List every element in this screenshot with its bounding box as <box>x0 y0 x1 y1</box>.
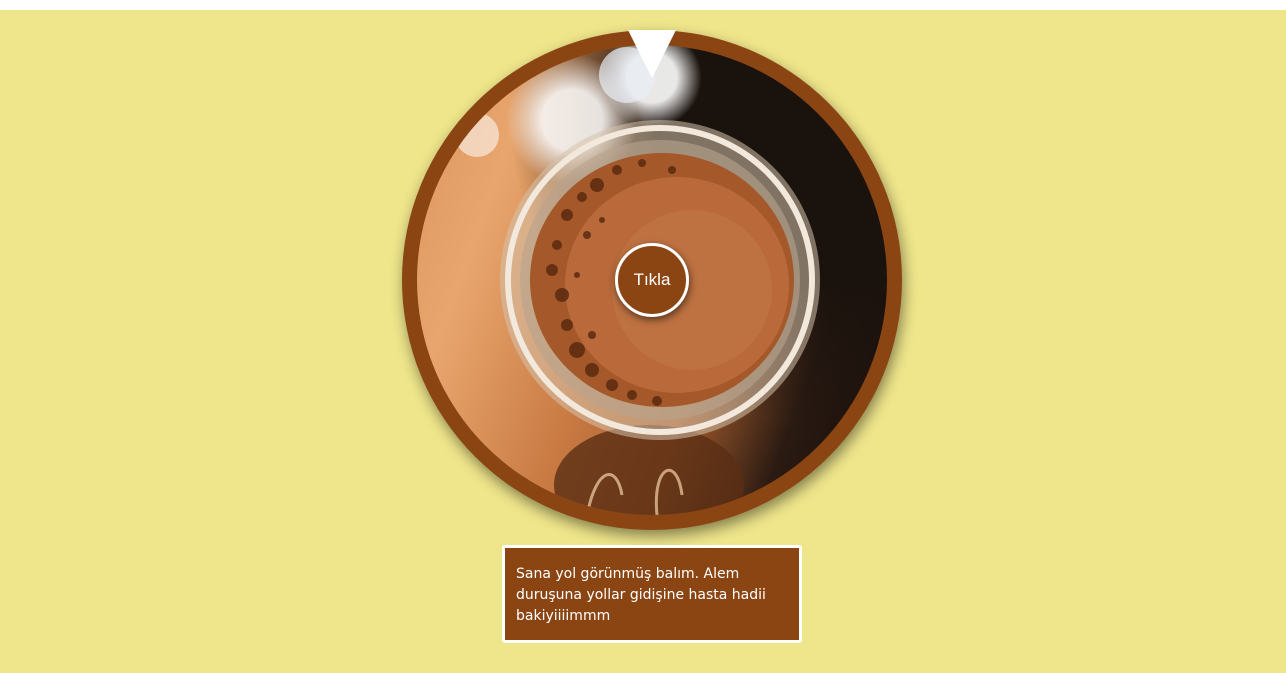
fortune-text: Sana yol görünmüş balım. Alem duruşuna y… <box>516 566 766 624</box>
spin-button[interactable]: Tıkla <box>615 243 689 317</box>
fortune-text-box: Sana yol görünmüş balım. Alem duruşuna y… <box>502 545 802 643</box>
wheel-pointer-icon <box>628 30 676 78</box>
